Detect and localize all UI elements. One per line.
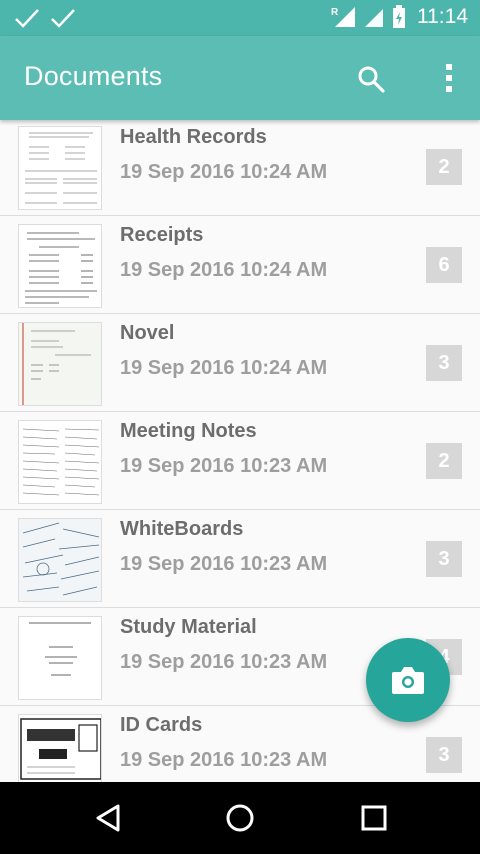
app-bar: Documents: [0, 36, 480, 120]
document-thumbnail: [18, 126, 102, 210]
document-title: Receipts: [120, 224, 204, 246]
list-item[interactable]: Receipts 19 Sep 2016 10:24 AM 6: [0, 216, 480, 314]
document-thumbnail: [18, 518, 102, 602]
list-item[interactable]: WhiteBoards 19 Sep 2016 10:23 AM 3: [0, 510, 480, 608]
search-icon[interactable]: [356, 64, 386, 94]
clock: 11:14: [417, 5, 468, 28]
page-count-badge: 6: [426, 247, 462, 283]
document-title: WhiteBoards: [120, 518, 244, 540]
home-icon[interactable]: [224, 802, 256, 834]
list-item[interactable]: Meeting Notes 19 Sep 2016 10:23 AM 2: [0, 412, 480, 510]
page-count-badge: 2: [426, 443, 462, 479]
document-thumbnail: [18, 322, 102, 406]
signal-icon: R: [331, 7, 355, 27]
document-title: Novel: [120, 322, 175, 344]
document-thumbnail: [18, 616, 102, 700]
list-item[interactable]: Novel 19 Sep 2016 10:24 AM 3: [0, 314, 480, 412]
document-thumbnail: [18, 420, 102, 504]
camera-icon: [392, 667, 424, 694]
page-count-badge: 3: [426, 541, 462, 577]
document-date: 19 Sep 2016 10:23 AM: [120, 553, 328, 575]
document-title: Study Material: [120, 616, 257, 638]
check-icon: [15, 9, 39, 28]
back-icon[interactable]: [92, 802, 124, 834]
document-date: 19 Sep 2016 10:24 AM: [120, 259, 328, 281]
signal-icon: [365, 9, 383, 27]
battery-charging-icon: [393, 5, 405, 28]
document-title: Meeting Notes: [120, 420, 257, 442]
document-date: 19 Sep 2016 10:24 AM: [120, 161, 328, 183]
document-title: Health Records: [120, 126, 267, 148]
page-count-badge: 3: [426, 737, 462, 773]
list-item[interactable]: Health Records 19 Sep 2016 10:24 AM 2: [0, 120, 480, 216]
page-count-badge: 3: [426, 345, 462, 381]
camera-fab-button[interactable]: [366, 638, 450, 722]
page-count-badge: 2: [426, 149, 462, 185]
status-bar: R 11:14: [0, 0, 480, 36]
svg-text:R: R: [331, 7, 339, 18]
notification-icons: [14, 6, 76, 30]
document-thumbnail: [18, 714, 102, 782]
document-date: 19 Sep 2016 10:24 AM: [120, 357, 328, 379]
recents-icon[interactable]: [360, 804, 388, 832]
check-icon: [51, 9, 75, 28]
document-date: 19 Sep 2016 10:23 AM: [120, 455, 328, 477]
status-icons: R 11:14: [331, 5, 468, 29]
page-title: Documents: [24, 61, 163, 91]
system-nav-bar: [0, 782, 480, 854]
document-thumbnail: [18, 224, 102, 308]
document-date: 19 Sep 2016 10:23 AM: [120, 651, 328, 673]
more-vert-icon[interactable]: [438, 62, 460, 94]
document-date: 19 Sep 2016 10:23 AM: [120, 749, 328, 771]
document-title: ID Cards: [120, 714, 203, 736]
